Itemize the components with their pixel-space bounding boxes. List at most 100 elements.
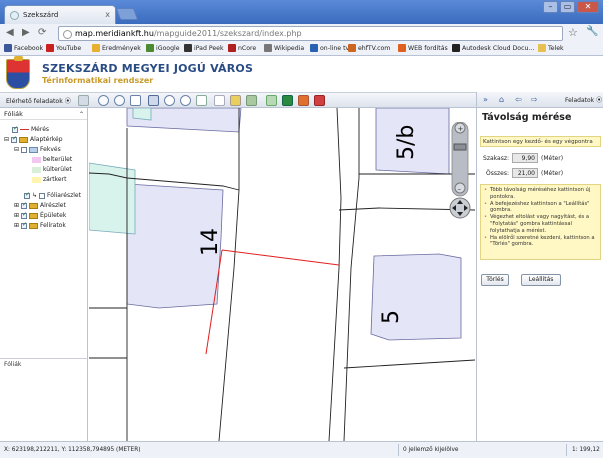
bookmark-item[interactable]: WEB fordítás	[398, 44, 448, 52]
tab-strip: Szekszárd x – ▭ ✕	[0, 0, 603, 24]
buffer-icon[interactable]	[266, 95, 277, 106]
forward-arrow-icon[interactable]: ⇨	[531, 95, 538, 104]
bookmark-item[interactable]: Wikipedia	[264, 44, 304, 52]
bookmark-item[interactable]: iGoogle	[146, 44, 180, 52]
layer-label: Alaptérkép	[30, 136, 63, 143]
new-tab-button[interactable]	[115, 8, 139, 20]
legend-icon[interactable]	[282, 95, 293, 106]
checkbox[interactable]	[21, 211, 27, 219]
parcel-boundary	[343, 108, 360, 441]
bookmark-item[interactable]: Telek	[538, 44, 564, 52]
zoom-out-icon[interactable]	[114, 95, 125, 106]
expand-icon[interactable]: ⊟	[14, 146, 19, 153]
select-radius-icon[interactable]	[246, 95, 257, 106]
layer-alreszlet[interactable]: ⊞ Alrészlet	[14, 201, 66, 210]
close-window-icon[interactable]: ✕	[577, 1, 599, 13]
bookmark-favicon-icon	[228, 44, 236, 52]
map-view[interactable]: 5/b 14 5 + –	[89, 108, 475, 441]
stop-button[interactable]: Leállítás	[521, 274, 561, 286]
expand-icon[interactable]: ⊞	[14, 222, 19, 229]
measure-icon[interactable]	[298, 95, 309, 106]
expand-panel-icon[interactable]: »	[483, 95, 488, 104]
forward-icon[interactable]: ▶	[22, 27, 30, 39]
bookmark-item[interactable]: on-line tv	[310, 44, 349, 52]
browser-toolbar: ◀ ▶ ⟳ map.meridiankft.hu/mapguide2011/sz…	[0, 24, 603, 42]
select-rect-icon[interactable]	[148, 95, 159, 106]
back-icon[interactable]: ◀	[6, 27, 14, 39]
checkbox[interactable]	[21, 221, 27, 229]
folder-icon	[29, 202, 39, 209]
expand-icon[interactable]: ⊟	[4, 136, 9, 143]
reload-icon[interactable]: ⟳	[38, 27, 46, 39]
zoom-in-icon[interactable]	[98, 95, 109, 106]
minimize-icon[interactable]: –	[543, 1, 558, 13]
selection-count: 0 jellemző kijelölve	[403, 447, 459, 453]
layer-label: Fekvés	[40, 146, 61, 153]
browser-window: Szekszárd x – ▭ ✕ ◀ ▶ ⟳ map.meridiankft.…	[0, 0, 603, 458]
zoom-minus-icon[interactable]	[180, 95, 191, 106]
address-bar[interactable]: map.meridiankft.hu/mapguide2011/szekszar…	[58, 26, 563, 41]
bookmark-favicon-icon	[146, 44, 154, 52]
expand-icon[interactable]: ⊞	[14, 212, 19, 219]
maximize-icon[interactable]: ▭	[560, 1, 575, 13]
bookmark-label: iGoogle	[156, 44, 180, 52]
print-icon[interactable]	[78, 95, 89, 106]
zoom-thumb[interactable]	[453, 143, 467, 151]
layer-type-icon: ↳	[32, 192, 38, 199]
layer-epuletek[interactable]: ⊞ Épületek	[14, 211, 66, 220]
collapse-icon[interactable]: ⌃	[79, 111, 84, 118]
bookmark-item[interactable]: nCore	[228, 44, 256, 52]
zoom-slider[interactable]: + –	[449, 122, 471, 222]
legend-kulterulet: külterület	[32, 166, 72, 173]
parcel-garden	[132, 108, 152, 121]
bookmark-item[interactable]: ehfTV.com	[348, 44, 390, 52]
folder-icon	[29, 222, 39, 229]
bookmark-favicon-icon	[538, 44, 546, 52]
zoom-plus-icon[interactable]	[164, 95, 175, 106]
tasks-dropdown[interactable]: Elérhető feladatok ⦿	[6, 96, 71, 105]
total-unit: (Méter)	[541, 169, 564, 177]
svg-text:+: +	[458, 125, 464, 133]
bookmark-item[interactable]: Facebook	[4, 44, 43, 52]
checkbox[interactable]	[12, 125, 18, 133]
status-divider	[398, 444, 399, 456]
wrench-icon[interactable]: 🔧	[586, 26, 598, 37]
zoom-extent-icon[interactable]	[196, 95, 207, 106]
layer-meres[interactable]: Mérés	[12, 125, 50, 133]
zoom-rect-icon[interactable]	[130, 95, 141, 106]
legend-label: belterület	[43, 156, 73, 163]
checkbox[interactable]	[21, 201, 27, 209]
layers-panel-footer[interactable]: Fóliák	[0, 358, 88, 370]
close-tab-icon[interactable]: x	[105, 10, 110, 19]
bookmark-favicon-icon	[452, 44, 460, 52]
bookmark-label: nCore	[238, 44, 257, 52]
back-arrow-icon[interactable]: ⇦	[515, 95, 522, 104]
tasks-menu[interactable]: Feladatok ⦿	[565, 95, 602, 104]
bookmark-item[interactable]: Eredmények	[92, 44, 141, 52]
total-value: 21,00	[512, 168, 538, 178]
browser-tab[interactable]: Szekszárd x	[4, 5, 116, 24]
checkbox[interactable]	[11, 135, 17, 143]
bookmark-star-icon[interactable]: ☆	[568, 26, 578, 39]
home-icon[interactable]: ⌂	[499, 95, 504, 104]
clear-selection-icon[interactable]	[314, 95, 325, 106]
layer-foliareszlet[interactable]: ↳ Fóliarészlet	[24, 191, 81, 199]
layer-alapterkep[interactable]: ⊟ Alaptérkép	[4, 135, 63, 144]
bookmark-item[interactable]: iPad Peek	[184, 44, 224, 52]
status-divider	[566, 444, 567, 456]
layer-label: Mérés	[31, 126, 50, 133]
bookmark-label: Facebook	[14, 44, 44, 52]
pointer-icon[interactable]	[214, 95, 225, 106]
select-polygon-icon[interactable]	[230, 95, 241, 106]
expand-icon[interactable]: ⊞	[14, 202, 19, 209]
checkbox[interactable]	[24, 191, 30, 199]
legend-swatch	[32, 156, 41, 163]
map-canvas[interactable]: 5/b 14 5	[89, 108, 475, 441]
checkbox[interactable]	[21, 146, 28, 153]
layer-feliratok[interactable]: ⊞ Felíratok	[14, 221, 66, 230]
clear-button[interactable]: Törlés	[481, 274, 509, 286]
total-label: Összes:	[486, 169, 509, 177]
layer-fekves[interactable]: ⊟ Fekvés	[14, 146, 61, 153]
bookmark-item[interactable]: Autodesk Cloud Docu...	[452, 44, 534, 52]
bookmark-item[interactable]: YouTube	[46, 44, 81, 52]
